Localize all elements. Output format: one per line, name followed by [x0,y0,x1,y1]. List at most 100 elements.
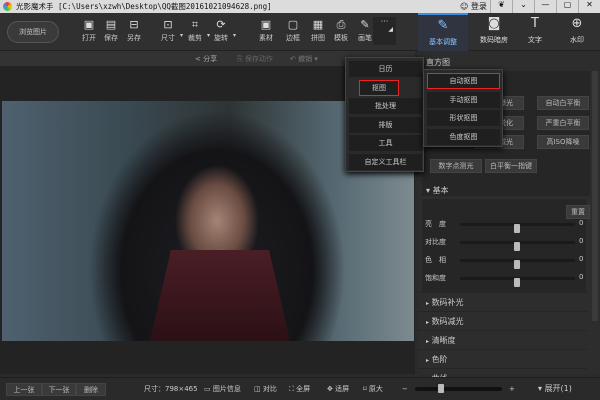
tool-border[interactable]: ▢ 边框 [280,17,306,49]
section-3[interactable]: ▸ 色阶 [418,349,588,368]
resize-icon: ⊡ [163,18,173,31]
fullscreen-button[interactable]: ⛶ 全屏 [289,383,310,396]
tool-material[interactable]: ▣ 素材 [253,17,279,49]
fit-screen-button[interactable]: ✥ 适屏 [327,383,349,396]
submenu-item[interactable]: 色度抠图 [427,128,500,145]
expand-button[interactable]: ▾ 展开(1) [538,383,572,396]
slider-knob[interactable] [514,278,520,287]
submenu-item[interactable]: 形状抠图 [427,110,500,126]
slider-knob[interactable] [514,242,520,251]
slider-value: 0 [579,219,584,227]
slider-value: 0 [579,255,584,263]
adjust-button[interactable]: 自动白平衡 [537,96,589,110]
menu-item[interactable]: 批处理 [349,98,422,114]
undo-button[interactable]: ↶ 撤销 ▾ [290,54,318,64]
slider-knob[interactable] [514,260,520,269]
app-logo-icon [3,2,12,11]
tool-rotate[interactable]: ⟳ 旋转 [208,17,234,49]
section-label: 色阶 [431,355,448,364]
slider-label: 对比度 [425,238,446,246]
zoom-slider-knob[interactable] [438,384,445,393]
section-0[interactable]: ▸ 数码补光 [418,292,588,311]
slider-track[interactable] [460,241,575,251]
adjust-button[interactable]: 高ISO降噪 [537,135,589,149]
maximize-button[interactable]: ▢ [556,0,578,13]
minimize-button[interactable]: — [534,0,556,13]
watermark-icon: ⊕ [571,16,583,31]
adjust-button[interactable]: 白平衡一指键 [485,159,537,173]
browse-images-button[interactable]: 浏览图片 [7,21,59,43]
section-label: 清晰度 [431,336,456,345]
expand-arrow-icon: ▸ [426,338,430,345]
photo-detail [150,250,290,341]
zoom-out-icon[interactable]: − [402,383,408,396]
tool-save-as[interactable]: ⊟ 另存 [121,17,147,49]
adjust-button[interactable]: 数字点测光 [430,159,482,173]
menu-item[interactable]: 自定义工具栏 [349,153,422,170]
login-button[interactable]: ☺ 登录 [460,1,487,12]
title-bar: 光影魔术手 [C:\Users\xzwh\Desktop\QQ截图2016102… [0,0,600,13]
section-basic[interactable]: ▾ 基本 [418,180,588,199]
image-size: 尺寸：798×465 [144,385,198,393]
prev-button[interactable]: 上一张 [6,383,42,396]
image-info-button[interactable]: ▭ 图片信息 [204,383,241,396]
submenu-item[interactable]: 手动抠图 [427,91,500,108]
menu-button[interactable]: ⌄ [512,0,534,13]
expand-arrow-icon: ▸ [426,357,430,364]
next-button[interactable]: 下一张 [42,383,76,396]
tool-label: 素材 [259,34,273,42]
menu-item[interactable]: 工具 [349,135,422,151]
more-tools-button[interactable]: ··· ◢ [373,17,396,45]
more-icon: ··· [380,17,389,26]
tool-crop[interactable]: ⌗ 裁剪 [182,17,208,49]
section-label: 数码补光 [431,298,464,307]
tab-watermark[interactable]: ⊕ 水印 [552,13,600,51]
slider-label: 饱和度 [425,274,446,282]
zoom-slider[interactable] [415,384,502,393]
close-button[interactable]: ✕ [578,0,600,13]
more-menu: 日历抠图批处理排版工具自定义工具栏 [345,57,424,172]
section-2[interactable]: ▸ 清晰度 [418,330,588,349]
tool-resize[interactable]: ⊡ 尺寸 [155,17,181,49]
adjust-button[interactable]: 严重白平衡 [537,116,589,130]
share-icon: < [195,55,201,63]
zoom-in-icon[interactable]: + [509,383,515,396]
scrollbar[interactable] [592,71,598,321]
rotate-icon: ⟳ [216,18,226,31]
slider-track[interactable] [460,259,575,269]
template-icon: ⎙ [336,18,346,31]
slider-row: 色 相 0 [425,254,585,269]
save-action-button[interactable]: ⎘ 保存动作 [237,54,273,64]
tool-label: 裁剪 [188,34,202,42]
section-1[interactable]: ▸ 数码减光 [418,311,588,330]
tool-label: 尺寸 [161,34,175,42]
expand-arrow-icon: ▸ [426,319,430,326]
menu-item[interactable]: 抠图 [359,79,399,96]
histogram-title: 直方图 [426,58,450,67]
menu-item[interactable]: 排版 [349,116,422,133]
material-icon: ▣ [260,18,272,31]
reset-button[interactable]: 重置 [566,205,590,219]
tool-label: 模板 [334,34,348,42]
border-icon: ▢ [287,18,299,31]
expand-arrow-icon: ▸ [426,300,430,307]
share-button[interactable]: < 分享 [195,54,217,64]
compare-button[interactable]: ◫ 对比 [254,383,277,396]
tab-basic-adjust[interactable]: ✎ 基本调整 [418,13,468,51]
original-size-button[interactable]: ⌑ 原大 [363,383,383,396]
app-name: 光影魔术手 [16,2,54,11]
slider-knob[interactable] [514,224,520,233]
cutout-submenu: 自动抠图手动抠图形状抠图色度抠图 [423,69,503,147]
slider-track[interactable] [460,277,575,287]
slider-label: 亮 度 [425,220,446,228]
status-bar: 上一张 下一张 删除 尺寸：798×465 ▭ 图片信息 ◫ 对比 ⛶ 全屏 ✥… [0,377,600,400]
tool-label: 另存 [127,34,141,42]
delete-button[interactable]: 删除 [76,383,106,396]
dropdown-arrow-icon[interactable]: ▾ [233,32,236,39]
slider-value: 0 [579,237,584,245]
tool-template[interactable]: ⎙ 模板 [328,17,354,49]
skin-button[interactable]: ❦ [490,0,512,13]
submenu-item[interactable]: 自动抠图 [427,73,500,89]
menu-item[interactable]: 日历 [349,61,422,77]
slider-track[interactable] [460,223,575,233]
